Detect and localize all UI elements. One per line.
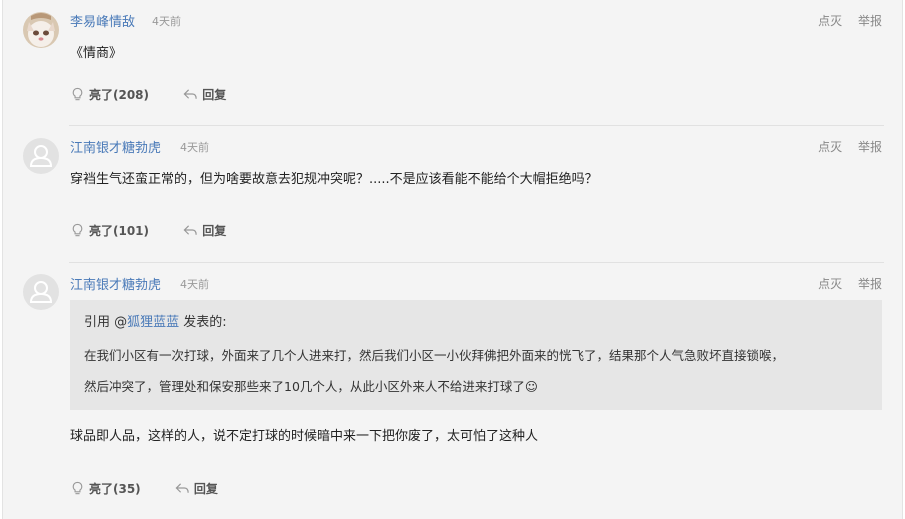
divider (69, 262, 884, 263)
reply-label: 回复 (202, 88, 227, 102)
comment-ops: 点灭 举报 (806, 275, 882, 292)
avatar[interactable] (23, 12, 59, 48)
comment-text: 球品即人品，这样的人，说不定打球的时候暗中来一下把你废了，太可怕了这种人 (70, 429, 539, 444)
downvote-link[interactable]: 点灭 (818, 277, 842, 291)
quote-text-line: 然后冲突了，管理处和保安那些来了10几个人，从此小区外来人不给进来打球了☺ (84, 379, 538, 394)
avatar[interactable] (23, 274, 59, 310)
downvote-link[interactable]: 点灭 (818, 140, 842, 154)
quote-prefix: 引用 @ (84, 315, 128, 330)
reply-button[interactable]: 回复 (183, 86, 226, 103)
like-button[interactable]: 亮了(208) (70, 86, 149, 103)
timestamp: 4天前 (180, 278, 209, 291)
default-user-icon (29, 281, 53, 303)
like-label: 亮了(35) (89, 482, 141, 496)
quote-text-line: 在我们小区有一次打球，外面来了几个人进来打，然后我们小区一小伙拜佛把外面来的恍飞… (84, 348, 785, 363)
report-link[interactable]: 举报 (858, 14, 882, 28)
reply-arrow-icon (183, 225, 197, 235)
username[interactable]: 江南银才糖勃虎 (70, 274, 161, 293)
comment-text: 穿裆生气还蛮正常的，但为啥要故意去犯规冲突呢？.....不是应该看能不能给个大帽… (70, 172, 598, 187)
timestamp: 4天前 (180, 141, 209, 154)
comment-ops: 点灭 举报 (806, 138, 882, 155)
quote-suffix: 发表的: (179, 315, 227, 330)
username[interactable]: 江南银才糖勃虎 (70, 137, 161, 156)
username[interactable]: 李易峰情敌 (70, 11, 135, 30)
reply-label: 回复 (193, 482, 218, 496)
lightbulb-icon (72, 87, 83, 101)
divider (69, 125, 884, 126)
report-link[interactable]: 举报 (858, 140, 882, 154)
report-link[interactable]: 举报 (858, 277, 882, 291)
cat-avatar-icon (23, 12, 59, 48)
downvote-link[interactable]: 点灭 (818, 14, 842, 28)
reply-button[interactable]: 回复 (183, 222, 226, 239)
like-button[interactable]: 亮了(35) (70, 480, 141, 497)
quote-header: 引用 @狐狸蓝蓝 发表的: (84, 311, 227, 330)
like-label: 亮了(101) (89, 224, 150, 238)
avatar[interactable] (23, 138, 59, 174)
like-label: 亮了(208) (89, 88, 150, 102)
comment-actions: 亮了(208) 回复 (70, 86, 256, 105)
comment-text: 《情商》 (70, 46, 123, 61)
reply-button[interactable]: 回复 (175, 480, 218, 497)
comment-actions: 亮了(35) 回复 (70, 480, 248, 499)
lightbulb-icon (72, 223, 83, 237)
like-button[interactable]: 亮了(101) (70, 222, 149, 239)
lightbulb-icon (72, 481, 83, 495)
quoted-username[interactable]: 狐狸蓝蓝 (127, 315, 179, 330)
quote-block: 引用 @狐狸蓝蓝 发表的: 在我们小区有一次打球，外面来了几个人进来打，然后我们… (70, 300, 882, 410)
default-user-icon (29, 145, 53, 167)
comment-list: 李易峰情敌 4天前 点灭 举报 《情商》 亮了(208) 回复 江南银才糖勃虎 … (2, 0, 903, 519)
comment-ops: 点灭 举报 (806, 12, 882, 29)
timestamp: 4天前 (152, 15, 181, 28)
reply-arrow-icon (183, 89, 197, 99)
reply-label: 回复 (202, 224, 227, 238)
reply-arrow-icon (175, 483, 189, 493)
comment-actions: 亮了(101) 回复 (70, 222, 256, 241)
